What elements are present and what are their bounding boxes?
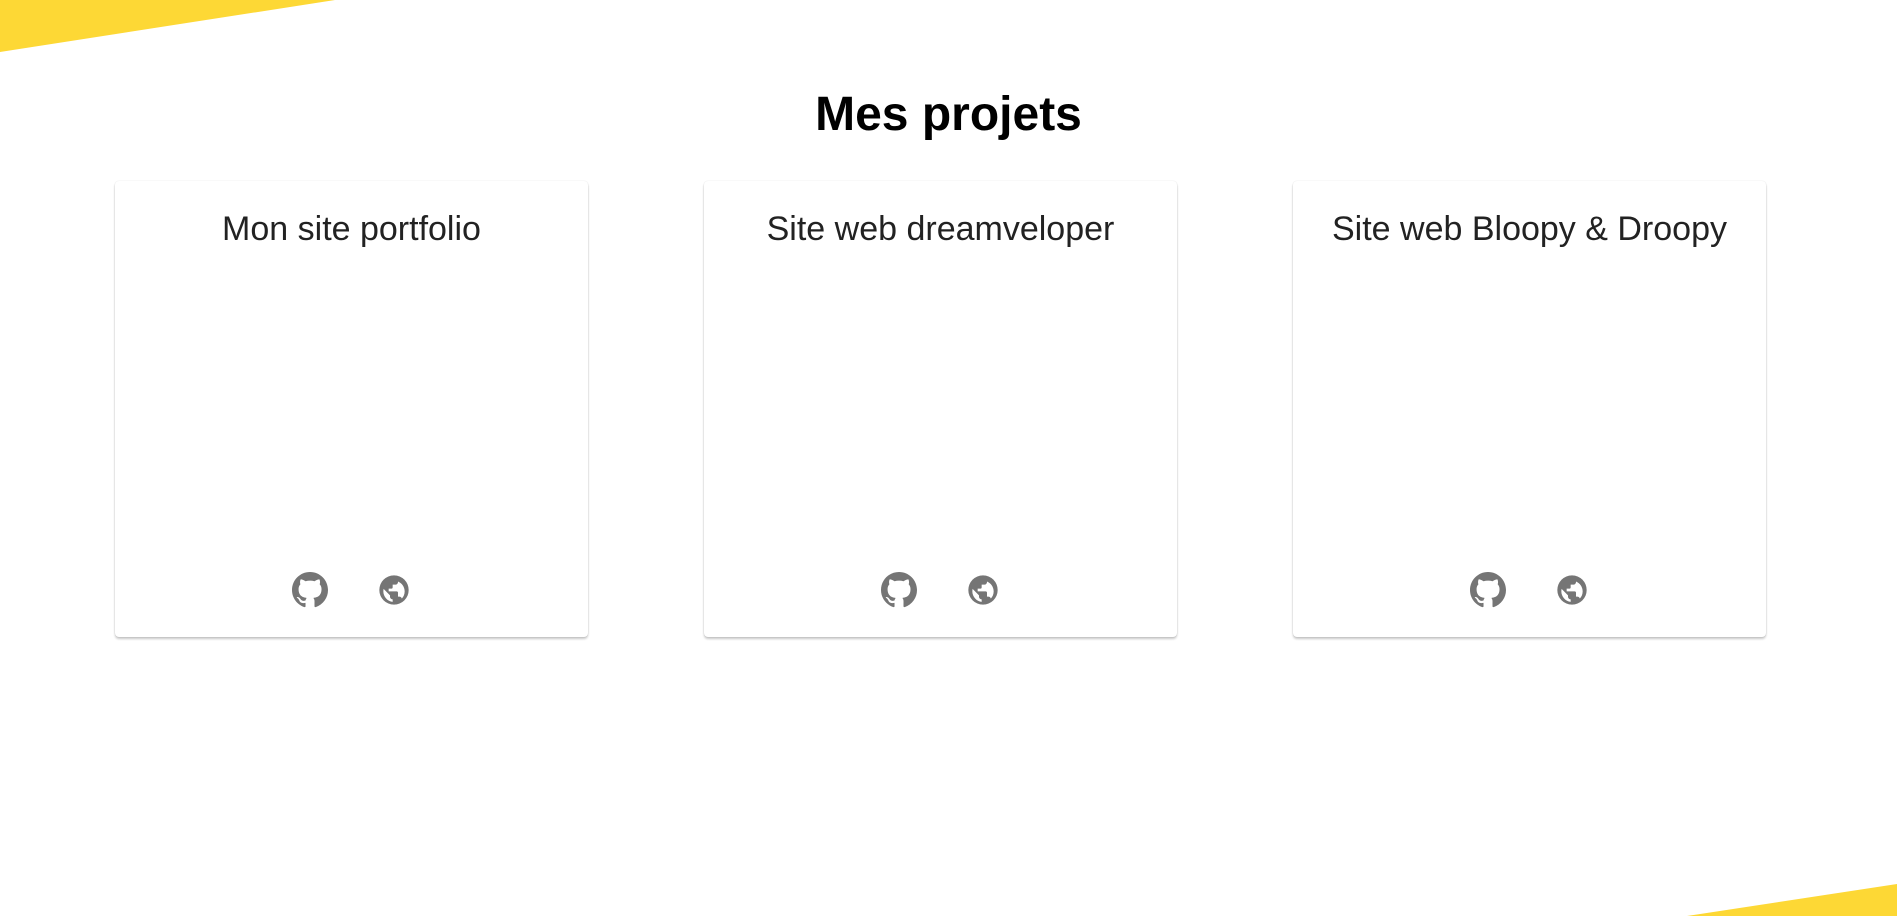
project-actions	[704, 571, 1177, 609]
globe-icon	[1556, 575, 1587, 605]
website-link-button[interactable]	[1553, 571, 1591, 609]
project-title: Mon site portfolio	[222, 210, 481, 248]
github-link-button[interactable]	[291, 571, 329, 609]
github-icon	[1469, 572, 1506, 608]
page-title: Mes projets	[815, 88, 1082, 141]
decorative-corner-shape-top	[0, 0, 335, 52]
github-link-button[interactable]	[1469, 571, 1507, 609]
project-title: Site web dreamveloper	[766, 210, 1115, 248]
projects-grid: Mon site portfolio Site web dreamveloper	[115, 181, 1766, 639]
page: Mes projets Mon site portfolio Site web …	[0, 0, 1897, 916]
github-link-button[interactable]	[880, 571, 918, 609]
github-icon	[880, 572, 917, 608]
globe-icon	[967, 575, 998, 605]
github-icon	[291, 572, 328, 608]
website-link-button[interactable]	[375, 571, 413, 609]
project-actions	[1293, 571, 1766, 609]
website-link-button[interactable]	[964, 571, 1002, 609]
project-card: Mon site portfolio	[115, 181, 588, 637]
project-title: Site web Bloopy & Droopy	[1332, 210, 1727, 248]
project-actions	[115, 571, 588, 609]
project-card: Site web dreamveloper	[704, 181, 1177, 637]
globe-icon	[378, 575, 409, 605]
decorative-corner-shape-bottom	[1687, 884, 1897, 916]
project-card: Site web Bloopy & Droopy	[1293, 181, 1766, 637]
